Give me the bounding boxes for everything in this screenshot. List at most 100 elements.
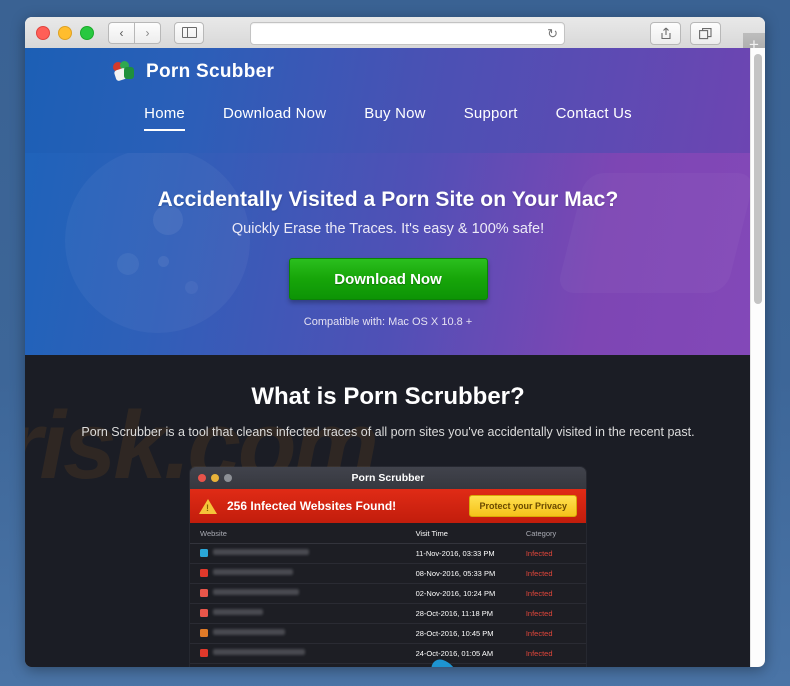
hero-download-now-button[interactable]: Download Now	[288, 258, 488, 300]
cell-website	[190, 603, 416, 624]
close-window-button[interactable]	[36, 25, 50, 40]
back-button[interactable]: ‹	[108, 21, 134, 44]
main-navigation: Home Download Now Buy Now Support Contac…	[25, 105, 751, 131]
porn-scubber-logo-icon	[113, 61, 137, 83]
cell-website	[190, 623, 416, 644]
cell-website	[190, 563, 416, 584]
about-description: Porn Scrubber is a tool that cleans infe…	[81, 425, 695, 439]
address-bar[interactable]: ↻	[250, 22, 565, 45]
cell-category: Infected	[525, 543, 586, 564]
app-screenshot-window: Porn Scrubber 256 Infected Websites Foun…	[190, 467, 586, 667]
cell-website	[190, 543, 416, 564]
nav-item-home[interactable]: Home	[144, 105, 185, 131]
app-titlebar: Porn Scrubber	[190, 467, 586, 489]
page-scrollbar-thumb[interactable]	[754, 54, 762, 304]
table-row[interactable]: 08-Nov-2016, 05:33 PM Infected	[190, 563, 586, 584]
page-scrollbar-track[interactable]	[750, 48, 765, 667]
about-section: risk.com What is Porn Scrubber? Porn Scr…	[25, 355, 751, 667]
cell-visit-time: 24-Oct-2016, 00:18 AM	[415, 663, 526, 667]
show-all-tabs-button[interactable]	[690, 22, 721, 45]
website-name-blurred	[213, 649, 305, 655]
hero-decor-circle-4	[185, 281, 198, 294]
compatibility-note: Compatible with: Mac OS X 10.8 +	[303, 316, 473, 328]
website-name-blurred	[213, 629, 285, 635]
column-header-website[interactable]: Website	[190, 523, 416, 544]
cell-visit-time: 08-Nov-2016, 05:33 PM	[415, 563, 526, 584]
website-name-blurred	[213, 609, 263, 615]
address-input[interactable]	[251, 22, 548, 45]
column-header-visit-time[interactable]: Visit Time	[415, 523, 526, 544]
cell-category: Infected	[525, 623, 586, 644]
favicon-icon	[200, 589, 208, 597]
table-row[interactable]: 11-Nov-2016, 03:33 PM Infected	[190, 543, 586, 564]
warning-triangle-icon	[199, 498, 217, 514]
hero-decor-circle-3	[158, 256, 169, 267]
forward-button[interactable]: ›	[134, 21, 161, 44]
favicon-icon	[200, 549, 208, 557]
nav-item-download-now[interactable]: Download Now	[223, 105, 326, 131]
share-button[interactable]	[650, 22, 681, 45]
cell-visit-time: 28-Oct-2016, 10:45 PM	[415, 623, 526, 644]
infected-websites-table: Website Visit Time Category 11-Nov-2016,…	[190, 523, 586, 667]
website-name-blurred	[213, 569, 293, 575]
cell-visit-time: 11-Nov-2016, 03:33 PM	[415, 543, 526, 564]
app-alert-bar: 256 Infected Websites Found! Protect you…	[190, 489, 586, 523]
hero-decor-circle-2	[117, 253, 139, 275]
table-row[interactable]: 24-Oct-2016, 00:18 AMInfected	[190, 663, 586, 667]
table-body: 11-Nov-2016, 03:33 PM Infected 08-Nov-2016…	[190, 543, 586, 667]
minimize-window-button[interactable]	[58, 25, 72, 40]
table-header-row: Website Visit Time Category	[190, 523, 586, 544]
website-name-blurred	[213, 549, 309, 555]
page-content: Porn Scubber Home Download Now Buy Now S…	[25, 48, 751, 667]
cell-category: Infected	[525, 583, 586, 604]
sidebar-icon	[181, 27, 197, 38]
browser-titlebar: ‹ › ↻ +	[25, 17, 765, 55]
cell-category: Infected	[525, 663, 586, 667]
brand-name: Porn Scubber	[146, 61, 275, 82]
table-row[interactable]: 24-Oct-2016, 01:05 AM Infected	[190, 643, 586, 664]
cell-visit-time: 24-Oct-2016, 01:05 AM	[415, 643, 526, 664]
table-row[interactable]: 28-Oct-2016, 10:45 PM Infected	[190, 623, 586, 644]
chevron-left-icon: ‹	[119, 25, 124, 40]
app-window-title: Porn Scrubber	[351, 472, 425, 484]
cell-website	[190, 583, 416, 604]
cell-website	[190, 663, 416, 667]
nav-item-contact-us[interactable]: Contact Us	[556, 105, 632, 131]
table-row[interactable]: 02-Nov-2016, 10:24 PM Infected	[190, 583, 586, 604]
protect-your-privacy-button[interactable]: Protect your Privacy	[469, 495, 577, 517]
cell-category: Infected	[525, 603, 586, 624]
nav-item-buy-now[interactable]: Buy Now	[364, 105, 425, 131]
hero-title: Accidentally Visited a Porn Site on Your…	[157, 188, 619, 211]
chevron-right-icon: ›	[145, 25, 150, 40]
cell-category: Infected	[525, 643, 586, 664]
share-icon	[660, 27, 671, 40]
reload-icon[interactable]: ↻	[547, 27, 558, 40]
column-header-category[interactable]: Category	[525, 523, 586, 544]
hero-section: Accidentally Visited a Porn Site on Your…	[25, 153, 751, 355]
favicon-icon	[200, 569, 208, 577]
cell-visit-time: 28-Oct-2016, 11:18 PM	[415, 603, 526, 624]
show-sidebar-button[interactable]	[174, 21, 204, 44]
nav-buttons-group: ‹ ›	[108, 21, 161, 44]
page-viewport: Porn Scubber Home Download Now Buy Now S…	[25, 48, 765, 667]
favicon-icon	[200, 649, 208, 657]
nav-item-support[interactable]: Support	[464, 105, 518, 131]
cell-website	[190, 643, 416, 664]
cell-visit-time: 02-Nov-2016, 10:24 PM	[415, 583, 526, 604]
favicon-icon	[200, 609, 208, 617]
site-brand[interactable]: Porn Scubber	[113, 61, 274, 83]
toolbar-right-buttons	[650, 22, 721, 45]
app-results-body: Website Visit Time Category 11-Nov-2016,…	[190, 523, 586, 667]
cell-category: Infected	[525, 563, 586, 584]
maximize-window-button[interactable]	[80, 25, 94, 40]
favicon-icon	[200, 629, 208, 637]
window-traffic-lights	[36, 25, 94, 40]
table-row[interactable]: 28-Oct-2016, 11:18 PM Infected	[190, 603, 586, 624]
infected-count-text: 256 Infected Websites Found!	[227, 499, 397, 513]
tabs-icon	[699, 27, 712, 39]
website-name-blurred	[213, 589, 299, 595]
about-title: What is Porn Scrubber?	[251, 383, 525, 410]
site-header: Porn Scubber Home Download Now Buy Now S…	[25, 48, 751, 153]
hero-subtitle: Quickly Erase the Traces. It's easy & 10…	[231, 221, 545, 237]
safari-browser-window: ‹ › ↻ + Porn Scubber Home Download Now B…	[25, 17, 765, 667]
